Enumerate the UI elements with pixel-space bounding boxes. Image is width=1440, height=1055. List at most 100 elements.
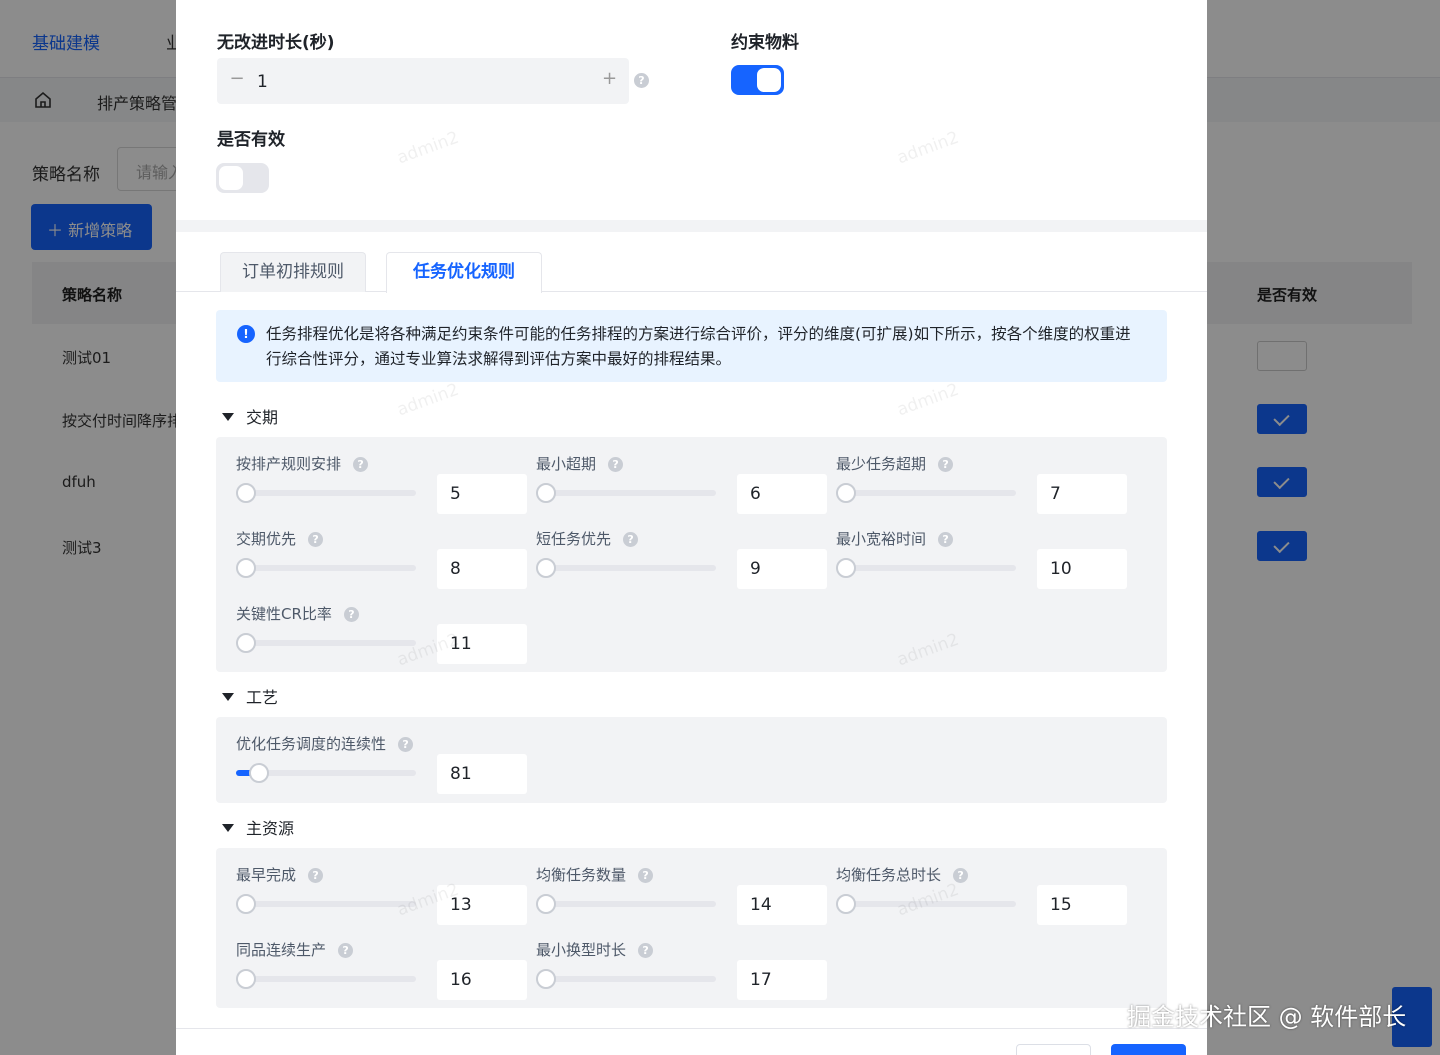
group-title-label: 工艺	[246, 688, 279, 707]
help-icon[interactable]: ?	[608, 457, 624, 472]
weight-input[interactable]: 9	[737, 549, 827, 589]
slider-thumb[interactable]	[836, 483, 856, 503]
weight-slider[interactable]	[836, 558, 1016, 578]
weight-input[interactable]: 14	[737, 885, 827, 925]
weight-slider[interactable]	[236, 483, 416, 503]
watermark: admin2	[394, 127, 462, 169]
weight-item: 关键性CR比率? 11	[216, 603, 527, 673]
no-improve-stepper[interactable]: − 1	[217, 58, 629, 104]
slider-thumb[interactable]	[836, 894, 856, 914]
help-icon[interactable]: ?	[938, 532, 954, 547]
rule-tabs: 订单初排规则 任务优化规则	[176, 250, 1207, 293]
is-valid-switch[interactable]	[216, 163, 269, 193]
weight-slider[interactable]	[536, 894, 716, 914]
weight-label: 按排产规则安排?	[236, 453, 369, 474]
weight-slider[interactable]	[236, 558, 416, 578]
info-icon: !	[237, 325, 255, 343]
slider-thumb[interactable]	[836, 558, 856, 578]
help-icon[interactable]: ?	[308, 868, 324, 883]
panel-delivery: 按排产规则安排? 5 最小超期? 6 最少任务超期? 7 交期优先? 8 短任务…	[216, 437, 1167, 672]
no-improve-value[interactable]: 1	[257, 72, 268, 92]
weight-slider[interactable]	[836, 483, 1016, 503]
slider-thumb[interactable]	[536, 483, 556, 503]
constrain-material-label: 约束物料	[731, 33, 799, 53]
switch-knob	[757, 68, 781, 92]
help-icon[interactable]: ?	[338, 943, 354, 958]
tab-order-initial-rules[interactable]: 订单初排规则	[220, 252, 366, 292]
group-title-main-resource[interactable]: 主资源	[222, 815, 294, 839]
site-watermark: 掘金技术社区 @ 软件部长	[1127, 1003, 1407, 1031]
weight-item: 均衡任务总时长? 15	[816, 864, 1127, 934]
weight-slider[interactable]	[236, 894, 416, 914]
slider-thumb[interactable]	[536, 894, 556, 914]
weight-slider[interactable]	[236, 763, 416, 783]
weight-item: 最小换型时长? 17	[516, 939, 827, 1009]
slider-thumb[interactable]	[236, 894, 256, 914]
tab-task-optimization-rules[interactable]: 任务优化规则	[386, 252, 542, 293]
slider-thumb[interactable]	[536, 969, 556, 989]
slider-thumb[interactable]	[236, 633, 256, 653]
weight-label: 优化任务调度的连续性?	[236, 733, 414, 754]
weight-label: 最小宽裕时间?	[836, 528, 954, 549]
panel-process: 优化任务调度的连续性? 81	[216, 717, 1167, 803]
watermark: admin2	[394, 379, 462, 421]
cancel-button[interactable]	[1016, 1044, 1091, 1055]
plus-icon[interactable]: +	[602, 68, 617, 89]
weight-input[interactable]: 5	[437, 474, 527, 514]
weight-item: 按排产规则安排? 5	[216, 453, 527, 523]
weight-input[interactable]: 17	[737, 960, 827, 1000]
help-icon[interactable]: ?	[353, 457, 369, 472]
help-icon[interactable]: ?	[938, 457, 954, 472]
strategy-modal: 无改进时长(秒) − 1 + ? 约束物料 是否有效 订单初排规则 任务优化规则…	[176, 0, 1207, 1055]
weight-item: 均衡任务数量? 14	[516, 864, 827, 934]
weight-item: 短任务优先? 9	[516, 528, 827, 598]
weight-input[interactable]: 16	[437, 960, 527, 1000]
weight-slider[interactable]	[236, 633, 416, 653]
no-improve-label: 无改进时长(秒)	[217, 33, 335, 53]
slider-thumb[interactable]	[236, 969, 256, 989]
panel-main-resource: 最早完成? 13 均衡任务数量? 14 均衡任务总时长? 15 同品连续生产? …	[216, 848, 1167, 1008]
group-title-delivery[interactable]: 交期	[222, 404, 278, 428]
weight-input[interactable]: 10	[1037, 549, 1127, 589]
slider-thumb[interactable]	[236, 558, 256, 578]
help-icon[interactable]: ?	[343, 607, 359, 622]
group-title-process[interactable]: 工艺	[222, 684, 278, 708]
watermark: admin2	[894, 379, 962, 421]
weight-input[interactable]: 81	[437, 754, 527, 794]
weight-slider[interactable]	[536, 483, 716, 503]
constrain-material-switch[interactable]	[731, 65, 784, 95]
weight-label: 同品连续生产?	[236, 939, 354, 960]
weight-item: 最早完成? 13	[216, 864, 527, 934]
weight-item: 同品连续生产? 16	[216, 939, 527, 1009]
help-icon[interactable]: ?	[634, 73, 649, 88]
slider-thumb[interactable]	[536, 558, 556, 578]
weight-slider[interactable]	[536, 969, 716, 989]
caret-down-icon	[222, 824, 234, 832]
weight-label: 最早完成?	[236, 864, 324, 885]
help-icon[interactable]: ?	[398, 737, 414, 752]
weight-slider[interactable]	[236, 969, 416, 989]
weight-label: 均衡任务数量?	[536, 864, 654, 885]
weight-label: 最小超期?	[536, 453, 624, 474]
section-divider	[176, 220, 1207, 232]
weight-slider[interactable]	[536, 558, 716, 578]
help-icon[interactable]: ?	[623, 532, 639, 547]
slider-thumb[interactable]	[236, 483, 256, 503]
weight-input[interactable]: 7	[1037, 474, 1127, 514]
minus-icon[interactable]: −	[227, 68, 247, 89]
footer-divider	[176, 1028, 1207, 1029]
help-icon[interactable]: ?	[638, 868, 654, 883]
weight-item: 最小宽裕时间? 10	[816, 528, 1127, 598]
help-icon[interactable]: ?	[638, 943, 654, 958]
help-icon[interactable]: ?	[308, 532, 324, 547]
confirm-button[interactable]	[1111, 1044, 1186, 1055]
weight-item: 优化任务调度的连续性? 81	[216, 733, 527, 803]
weight-label: 短任务优先?	[536, 528, 639, 549]
weight-input[interactable]: 15	[1037, 885, 1127, 925]
weight-input[interactable]: 8	[437, 549, 527, 589]
switch-knob	[219, 166, 243, 190]
group-title-label: 交期	[246, 408, 279, 427]
slider-thumb[interactable]	[248, 763, 269, 783]
weight-input[interactable]: 6	[737, 474, 827, 514]
info-text: 任务排程优化是将各种满足约束条件可能的任务排程的方案进行综合评价，评分的维度(可…	[266, 325, 1131, 368]
